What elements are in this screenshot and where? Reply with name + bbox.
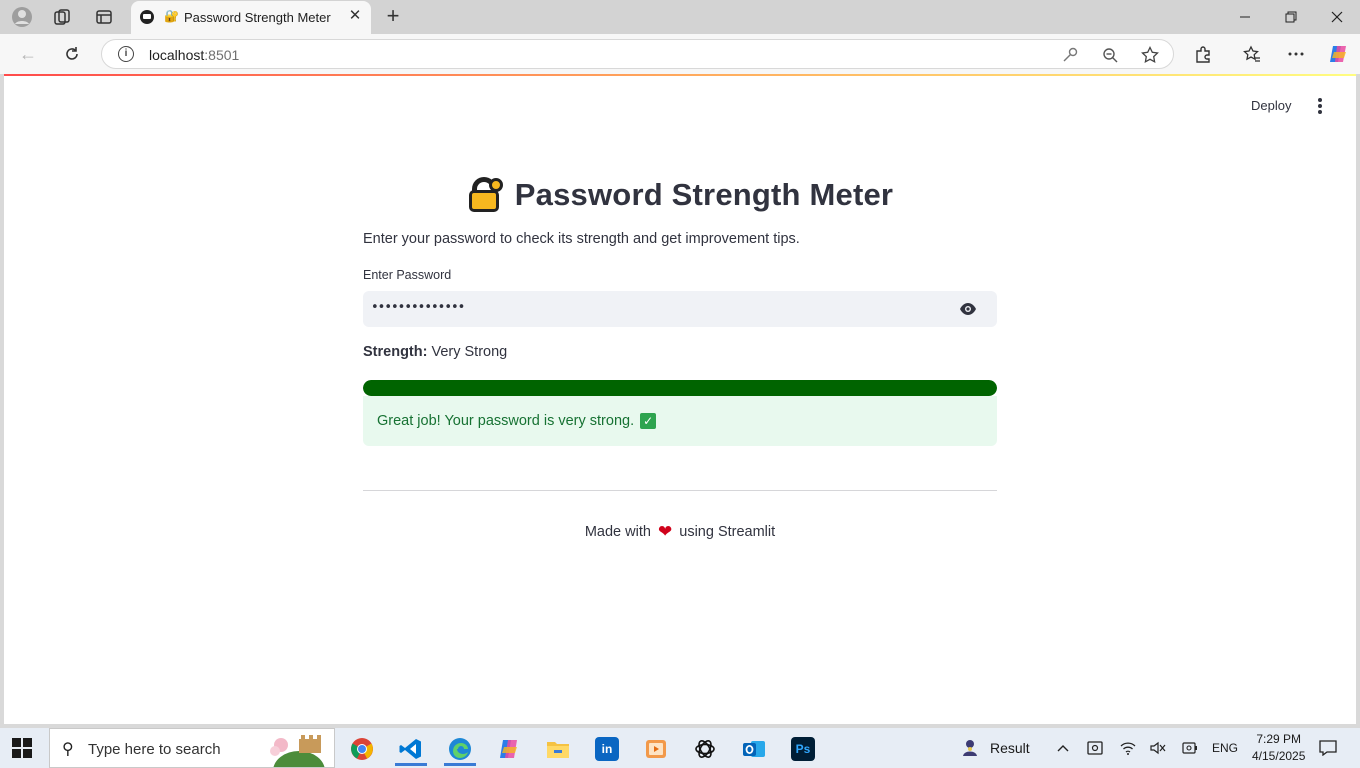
photoshop-app-icon[interactable]: Ps	[783, 732, 823, 766]
footer-prefix: Made with	[584, 524, 651, 540]
copilot-app-icon[interactable]	[489, 732, 529, 766]
more-options-icon[interactable]	[1282, 40, 1310, 68]
new-tab-icon[interactable]: +	[381, 5, 405, 29]
password-input[interactable]: ••••••••••••••	[363, 291, 997, 327]
page-title: Password Strength Meter	[514, 177, 894, 212]
address-bar[interactable]: i localhost:8501	[101, 39, 1174, 69]
search-icon: ⚲	[62, 741, 74, 758]
show-password-eye-icon[interactable]	[959, 302, 977, 316]
clock-date: 4/15/2025	[1252, 749, 1306, 763]
page-viewport: Deploy Password Strength Meter Enter you…	[4, 74, 1356, 724]
search-highlight-illustration-icon	[270, 735, 325, 767]
linkedin-app-icon[interactable]: in	[587, 732, 627, 766]
outlook-app-icon[interactable]	[734, 732, 774, 766]
extensions-icon[interactable]	[1189, 40, 1217, 68]
tab-password-strength-meter[interactable]: 🔐 Password Strength Meter ✕	[131, 1, 371, 34]
notifications-icon[interactable]	[1318, 739, 1338, 757]
footer-text: Made with ❤ using Streamlit	[363, 522, 997, 542]
copilot-icon[interactable]	[1324, 40, 1352, 68]
strength-text: Strength: Very Strong	[363, 344, 507, 360]
close-tab-icon[interactable]: ✕	[346, 7, 364, 25]
file-explorer-app-icon[interactable]	[538, 732, 578, 766]
refresh-icon[interactable]	[58, 40, 86, 68]
close-window-icon[interactable]	[1314, 0, 1360, 34]
streamlit-header-decoration	[4, 74, 1356, 76]
weather-icon[interactable]	[960, 739, 980, 757]
zoom-icon[interactable]	[1100, 45, 1120, 65]
restore-window-icon[interactable]	[1268, 0, 1314, 34]
site-info-icon[interactable]: i	[118, 46, 134, 62]
meet-now-icon[interactable]	[1086, 739, 1104, 757]
edge-app-icon[interactable]	[440, 732, 480, 766]
minimize-window-icon[interactable]	[1222, 0, 1268, 34]
workspaces-icon[interactable]	[49, 5, 75, 29]
media-player-app-icon[interactable]	[636, 732, 676, 766]
chrome-app-icon[interactable]	[342, 732, 382, 766]
show-hidden-icons-chevron-icon[interactable]	[1054, 739, 1072, 757]
success-message: Great job! Your password is very strong.…	[377, 413, 657, 429]
footer-suffix: using Streamlit	[679, 524, 776, 540]
favorite-star-icon[interactable]	[1140, 45, 1160, 65]
strength-progress-fill	[363, 380, 997, 396]
divider	[363, 490, 997, 491]
heart-icon: ❤	[657, 522, 673, 541]
lock-with-key-icon	[467, 176, 505, 214]
language-indicator[interactable]: ENG	[1212, 741, 1238, 755]
clock-time: 7:29 PM	[1256, 732, 1302, 746]
success-alert: Great job! Your password is very strong.…	[363, 396, 997, 446]
favorites-icon[interactable]	[1238, 40, 1266, 68]
tab-title: Password Strength Meter	[184, 10, 331, 25]
weather-label[interactable]: Result	[990, 740, 1030, 756]
wifi-icon[interactable]	[1119, 739, 1137, 757]
profile-icon[interactable]	[9, 5, 35, 29]
browser-toolbar: ← i localhost:8501	[0, 34, 1360, 74]
taskbar-search-box[interactable]: ⚲ Type here to search	[49, 728, 335, 768]
strength-label: Strength:	[363, 344, 428, 360]
password-masked-value: ••••••••••••••	[371, 300, 465, 315]
taskbar-clock[interactable]: 7:29 PM 4/15/2025	[1252, 731, 1305, 765]
browser-tab-strip: 🔐 Password Strength Meter ✕ +	[0, 0, 1360, 34]
vscode-app-icon[interactable]	[391, 732, 431, 766]
main-menu-icon[interactable]	[1310, 96, 1330, 116]
success-message-text: Great job! Your password is very strong.	[377, 413, 635, 429]
back-arrow-icon[interactable]: ←	[14, 40, 42, 68]
strength-value: Very Strong	[431, 344, 508, 360]
windows-taskbar: ⚲ Type here to search in Ps Result ENG 7…	[0, 728, 1360, 768]
password-key-icon[interactable]	[1060, 45, 1080, 65]
strength-progress-bar	[363, 380, 997, 396]
windows-start-icon[interactable]	[12, 738, 32, 758]
chatgpt-app-icon[interactable]	[685, 732, 725, 766]
volume-muted-icon[interactable]	[1149, 739, 1167, 757]
page-title-row: Password Strength Meter	[363, 172, 997, 218]
lock-key-emoji-icon: 🔐	[164, 9, 179, 23]
deploy-button[interactable]: Deploy	[1251, 98, 1291, 113]
tab-actions-icon[interactable]	[91, 5, 117, 29]
streamlit-favicon-icon	[140, 10, 154, 24]
page-description: Enter your password to check its strengt…	[363, 231, 800, 247]
url-text: localhost:8501	[149, 47, 240, 63]
search-placeholder: Type here to search	[88, 741, 221, 758]
check-mark-icon: ✓	[640, 413, 657, 429]
battery-saver-icon[interactable]	[1181, 739, 1199, 757]
password-field-label: Enter Password	[363, 268, 452, 282]
